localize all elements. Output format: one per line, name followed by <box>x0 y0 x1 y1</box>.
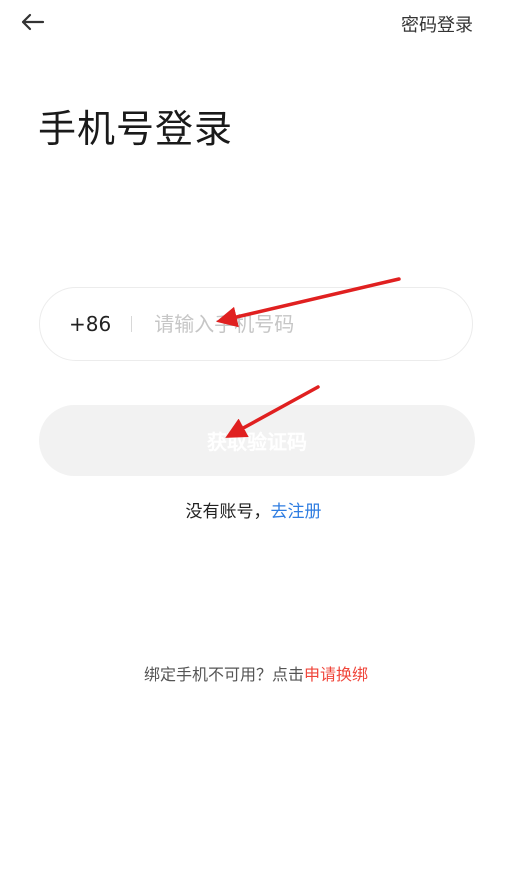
rebind-link[interactable]: 申请换绑 <box>304 665 368 684</box>
back-button[interactable] <box>14 4 50 40</box>
register-link[interactable]: 去注册 <box>271 502 322 522</box>
register-prompt: 没有账号，去注册 <box>0 497 507 522</box>
phone-input-container[interactable]: +86 <box>39 287 473 361</box>
input-divider <box>131 316 133 332</box>
country-code-selector[interactable]: +86 <box>69 312 111 336</box>
top-bar: 密码登录 <box>0 0 507 48</box>
rebind-prompt: 绑定手机不可用？点击申请换绑 <box>0 661 507 685</box>
back-arrow-icon <box>21 13 45 31</box>
phone-number-input[interactable] <box>154 312 435 336</box>
password-login-link[interactable]: 密码登录 <box>401 11 473 37</box>
page-title: 手机号登录 <box>38 107 234 151</box>
register-prompt-text: 没有账号， <box>185 502 271 522</box>
get-verification-code-button[interactable]: 获取验证码 <box>39 405 475 476</box>
rebind-prompt-text: 绑定手机不可用？点击 <box>143 665 304 684</box>
